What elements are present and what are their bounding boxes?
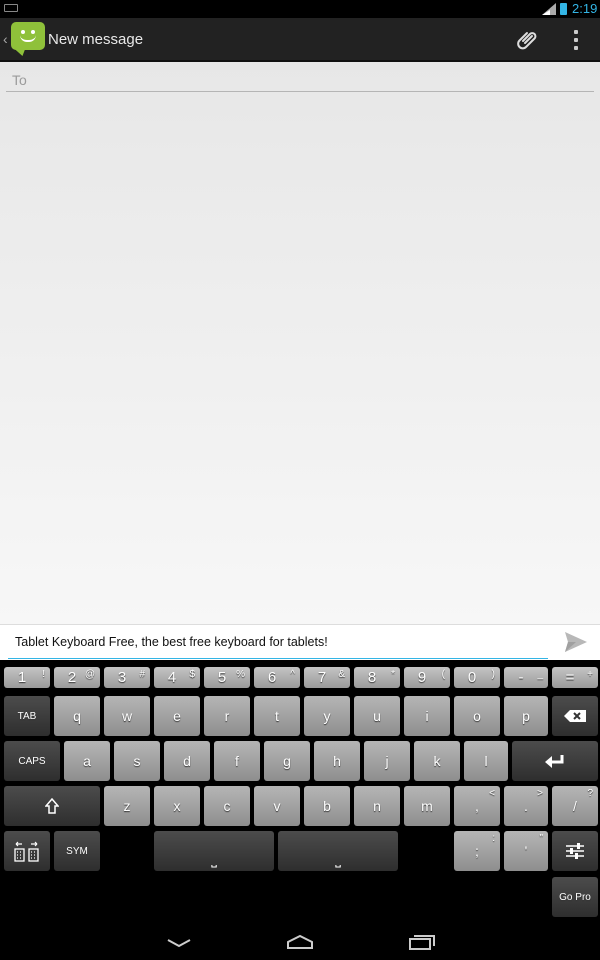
key-d[interactable]: d: [164, 741, 210, 781]
key-a[interactable]: a: [64, 741, 110, 781]
overflow-menu-icon[interactable]: [568, 28, 584, 52]
key-6[interactable]: 6 ^: [254, 667, 300, 688]
compose-bar: Tablet Keyboard Free, the best free keyb…: [0, 624, 600, 660]
key-r[interactable]: r: [204, 696, 250, 736]
enter-key[interactable]: [512, 741, 598, 781]
key-4[interactable]: 4 $: [154, 667, 200, 688]
go-pro-button[interactable]: Go Pro: [552, 877, 598, 917]
key-k[interactable]: k: [414, 741, 460, 781]
up-caret-icon[interactable]: ‹: [3, 31, 8, 47]
key-y[interactable]: y: [304, 696, 350, 736]
key-x[interactable]: x: [154, 786, 200, 826]
sym-key[interactable]: SYM: [54, 831, 100, 871]
key-f[interactable]: f: [214, 741, 260, 781]
spacebar-right[interactable]: ⎵: [278, 831, 398, 871]
shift-key[interactable]: [4, 786, 100, 826]
key-2[interactable]: 2 @: [54, 667, 100, 688]
backspace-icon: [564, 710, 586, 722]
keyboard-notification-icon: [4, 4, 18, 12]
key-e[interactable]: e: [154, 696, 200, 736]
key-comma[interactable]: , <: [454, 786, 500, 826]
key-i[interactable]: i: [404, 696, 450, 736]
key-0[interactable]: 0): [454, 667, 500, 688]
key-v[interactable]: v: [254, 786, 300, 826]
backspace-key[interactable]: [552, 696, 598, 736]
key-1[interactable]: 1!: [4, 667, 50, 688]
to-field[interactable]: [6, 68, 594, 92]
signal-icon: [542, 3, 556, 15]
key-n[interactable]: n: [354, 786, 400, 826]
shift-icon: [45, 798, 59, 814]
key-m[interactable]: m: [404, 786, 450, 826]
key-9[interactable]: 9(: [404, 667, 450, 688]
key-minus[interactable]: - _: [504, 667, 548, 688]
key-equals[interactable]: = +: [552, 667, 598, 688]
tab-key[interactable]: TAB: [4, 696, 50, 736]
key-s[interactable]: s: [114, 741, 160, 781]
key-u[interactable]: u: [354, 696, 400, 736]
messaging-app-icon[interactable]: [11, 22, 45, 50]
action-bar: ‹ New message: [0, 18, 600, 62]
back-icon[interactable]: [166, 938, 192, 948]
message-input[interactable]: Tablet Keyboard Free, the best free keyb…: [8, 633, 548, 659]
home-icon[interactable]: [286, 934, 314, 950]
key-w[interactable]: w: [104, 696, 150, 736]
conversation-area: [0, 62, 600, 624]
sliders-icon: [566, 843, 584, 859]
key-g[interactable]: g: [264, 741, 310, 781]
status-bar: 2:19: [0, 0, 600, 18]
keyboard: 1! 2 @ 3 # 4 $ 5% 6 ^ 7 & 8 * 9( 0) - _ = + TAB …: [0, 660, 600, 920]
spacebar-left[interactable]: ⎵: [154, 831, 274, 871]
key-l[interactable]: l: [464, 741, 508, 781]
key-period[interactable]: . >: [504, 786, 548, 826]
navigation-bar: [0, 920, 600, 960]
key-semicolon[interactable]: ;:: [454, 831, 500, 871]
key-5[interactable]: 5%: [204, 667, 250, 688]
key-t[interactable]: t: [254, 696, 300, 736]
key-p[interactable]: p: [504, 696, 548, 736]
layout-switch-icon: [14, 841, 39, 862]
key-7[interactable]: 7 &: [304, 667, 350, 688]
settings-key[interactable]: [552, 831, 598, 871]
key-slash[interactable]: /?: [552, 786, 598, 826]
key-h[interactable]: h: [314, 741, 360, 781]
key-8[interactable]: 8 *: [354, 667, 400, 688]
caps-key[interactable]: CAPS: [4, 741, 60, 781]
key-o[interactable]: o: [454, 696, 500, 736]
enter-icon: [545, 755, 564, 768]
send-icon[interactable]: [564, 631, 588, 653]
key-b[interactable]: b: [304, 786, 350, 826]
status-time: 2:19: [572, 1, 598, 16]
key-q[interactable]: q: [54, 696, 100, 736]
key-3[interactable]: 3 #: [104, 667, 150, 688]
key-j[interactable]: j: [364, 741, 410, 781]
recent-apps-icon[interactable]: [408, 934, 436, 950]
battery-icon: [560, 3, 567, 15]
attach-icon[interactable]: [516, 28, 540, 52]
layout-switch-key[interactable]: [4, 831, 50, 871]
key-c[interactable]: c: [204, 786, 250, 826]
page-title: New message: [48, 31, 144, 48]
key-quote[interactable]: ' ": [504, 831, 548, 871]
key-z[interactable]: z: [104, 786, 150, 826]
